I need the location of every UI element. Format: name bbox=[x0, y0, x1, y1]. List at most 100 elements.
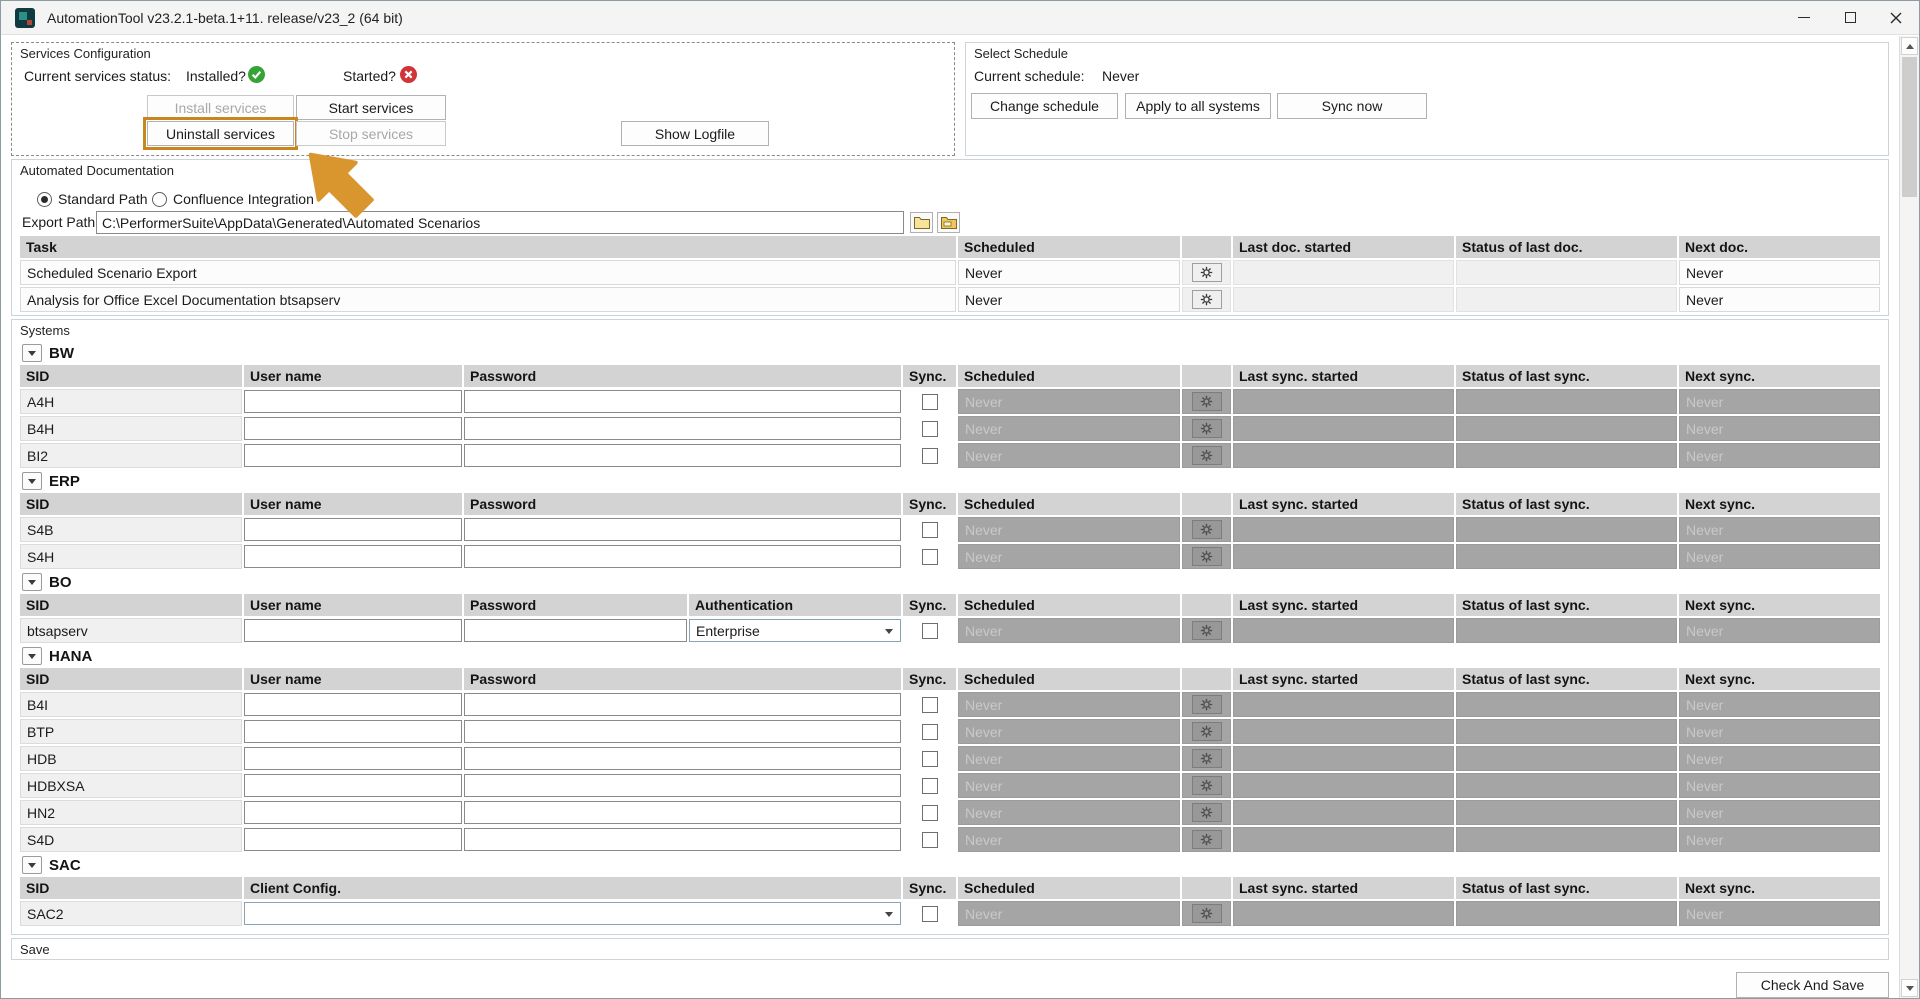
collapse-sac-button[interactable] bbox=[22, 856, 42, 874]
sync-checkbox[interactable] bbox=[921, 831, 938, 848]
maximize-button[interactable] bbox=[1827, 1, 1873, 34]
client-config-select[interactable] bbox=[244, 902, 901, 925]
schedule-gear-button[interactable] bbox=[1191, 695, 1222, 714]
schedule-gear-button[interactable] bbox=[1191, 749, 1222, 768]
automated-documentation-group: Automated Documentation Standard Path Co… bbox=[11, 159, 1889, 316]
schedule-gear-button[interactable] bbox=[1191, 290, 1222, 309]
sync-now-button[interactable]: Sync now bbox=[1277, 93, 1427, 119]
password-input[interactable] bbox=[464, 774, 901, 797]
close-button[interactable] bbox=[1873, 1, 1919, 34]
password-input[interactable] bbox=[464, 801, 901, 824]
next-sync-cell: Never bbox=[1679, 692, 1880, 717]
password-input[interactable] bbox=[464, 747, 901, 770]
username-input[interactable] bbox=[244, 828, 462, 851]
col-header-last-sync: Last sync. started bbox=[1233, 493, 1454, 515]
scheduled-cell: Never bbox=[958, 416, 1180, 441]
password-input[interactable] bbox=[464, 518, 901, 541]
sync-checkbox[interactable] bbox=[921, 905, 938, 922]
schedule-gear-button[interactable] bbox=[1191, 520, 1222, 539]
export-path-input[interactable] bbox=[96, 211, 904, 234]
sync-checkbox[interactable] bbox=[921, 447, 938, 464]
systems-table-header: SID Client Config. Sync. Scheduled Last … bbox=[20, 877, 1880, 899]
chevron-down-icon bbox=[28, 350, 36, 356]
schedule-gear-button[interactable] bbox=[1191, 776, 1222, 795]
schedule-gear-button[interactable] bbox=[1191, 446, 1222, 465]
sync-checkbox[interactable] bbox=[921, 723, 938, 740]
schedule-gear-button[interactable] bbox=[1191, 621, 1222, 640]
password-input[interactable] bbox=[464, 417, 901, 440]
schedule-gear-button[interactable] bbox=[1191, 722, 1222, 741]
password-input[interactable] bbox=[464, 390, 901, 413]
schedule-gear-button[interactable] bbox=[1191, 263, 1222, 282]
vertical-scrollbar[interactable] bbox=[1899, 36, 1919, 998]
radio-confluence-integration[interactable]: Confluence Integration bbox=[152, 191, 314, 207]
schedule-gear-button[interactable] bbox=[1191, 803, 1222, 822]
schedule-gear-button[interactable] bbox=[1191, 547, 1222, 566]
export-path-label: Export Path: bbox=[22, 214, 100, 230]
schedule-gear-button[interactable] bbox=[1191, 830, 1222, 849]
scrollbar-down-button[interactable] bbox=[1901, 979, 1918, 997]
username-input[interactable] bbox=[244, 417, 462, 440]
apply-to-all-systems-button[interactable]: Apply to all systems bbox=[1125, 93, 1271, 119]
username-input[interactable] bbox=[244, 693, 462, 716]
scrollbar-thumb[interactable] bbox=[1902, 57, 1917, 197]
username-input[interactable] bbox=[244, 444, 462, 467]
installed-label: Installed? bbox=[186, 68, 246, 84]
username-input[interactable] bbox=[244, 390, 462, 413]
username-input[interactable] bbox=[244, 518, 462, 541]
password-input[interactable] bbox=[464, 619, 687, 642]
sync-checkbox[interactable] bbox=[921, 521, 938, 538]
sync-checkbox[interactable] bbox=[921, 548, 938, 565]
show-logfile-button[interactable]: Show Logfile bbox=[621, 121, 769, 146]
password-input[interactable] bbox=[464, 545, 901, 568]
password-input[interactable] bbox=[464, 693, 901, 716]
install-services-button[interactable]: Install services bbox=[147, 95, 294, 120]
status-sync-cell bbox=[1456, 618, 1677, 643]
sync-checkbox[interactable] bbox=[921, 420, 938, 437]
sync-checkbox[interactable] bbox=[921, 777, 938, 794]
browse-folder-button[interactable] bbox=[910, 212, 933, 233]
col-header-next-sync: Next sync. bbox=[1679, 493, 1880, 515]
col-header-scheduled: Scheduled bbox=[958, 493, 1180, 515]
collapse-bw-button[interactable] bbox=[22, 344, 42, 362]
check-and-save-button[interactable]: Check And Save bbox=[1736, 972, 1889, 998]
gear-icon bbox=[1200, 293, 1213, 306]
password-input[interactable] bbox=[464, 720, 901, 743]
sync-checkbox[interactable] bbox=[921, 622, 938, 639]
start-services-button[interactable]: Start services bbox=[296, 95, 446, 120]
open-folder-button[interactable] bbox=[937, 212, 960, 233]
username-input[interactable] bbox=[244, 801, 462, 824]
systems-table-sac: SID Client Config. Sync. Scheduled Last … bbox=[20, 877, 1880, 926]
username-input[interactable] bbox=[244, 545, 462, 568]
change-schedule-button[interactable]: Change schedule bbox=[971, 93, 1118, 119]
collapse-bo-button[interactable] bbox=[22, 573, 42, 591]
collapse-erp-button[interactable] bbox=[22, 472, 42, 490]
password-input[interactable] bbox=[464, 828, 901, 851]
status-sync-cell bbox=[1456, 800, 1677, 825]
schedule-gear-button[interactable] bbox=[1191, 392, 1222, 411]
schedule-gear-button[interactable] bbox=[1191, 419, 1222, 438]
username-input[interactable] bbox=[244, 747, 462, 770]
status-sync-cell bbox=[1456, 544, 1677, 569]
password-cell bbox=[464, 389, 901, 414]
collapse-hana-button[interactable] bbox=[22, 647, 42, 665]
authentication-select[interactable]: Enterprise bbox=[689, 619, 901, 642]
sync-checkbox[interactable] bbox=[921, 393, 938, 410]
uninstall-services-button[interactable]: Uninstall services bbox=[143, 117, 298, 150]
username-input[interactable] bbox=[244, 619, 462, 642]
sid-cell: HDBXSA bbox=[20, 773, 242, 798]
scrollbar-up-button[interactable] bbox=[1901, 37, 1918, 55]
username-input[interactable] bbox=[244, 720, 462, 743]
schedule-gear-button[interactable] bbox=[1191, 904, 1222, 923]
sid-cell: HN2 bbox=[20, 800, 242, 825]
radio-standard-path[interactable]: Standard Path bbox=[37, 191, 148, 207]
sync-checkbox[interactable] bbox=[921, 804, 938, 821]
username-input[interactable] bbox=[244, 774, 462, 797]
sync-checkbox[interactable] bbox=[921, 696, 938, 713]
stop-services-button[interactable]: Stop services bbox=[296, 121, 446, 146]
password-input[interactable] bbox=[464, 444, 901, 467]
minimize-button[interactable] bbox=[1781, 1, 1827, 34]
sync-checkbox[interactable] bbox=[921, 750, 938, 767]
password-cell bbox=[464, 800, 901, 825]
gear-icon bbox=[1200, 624, 1213, 637]
